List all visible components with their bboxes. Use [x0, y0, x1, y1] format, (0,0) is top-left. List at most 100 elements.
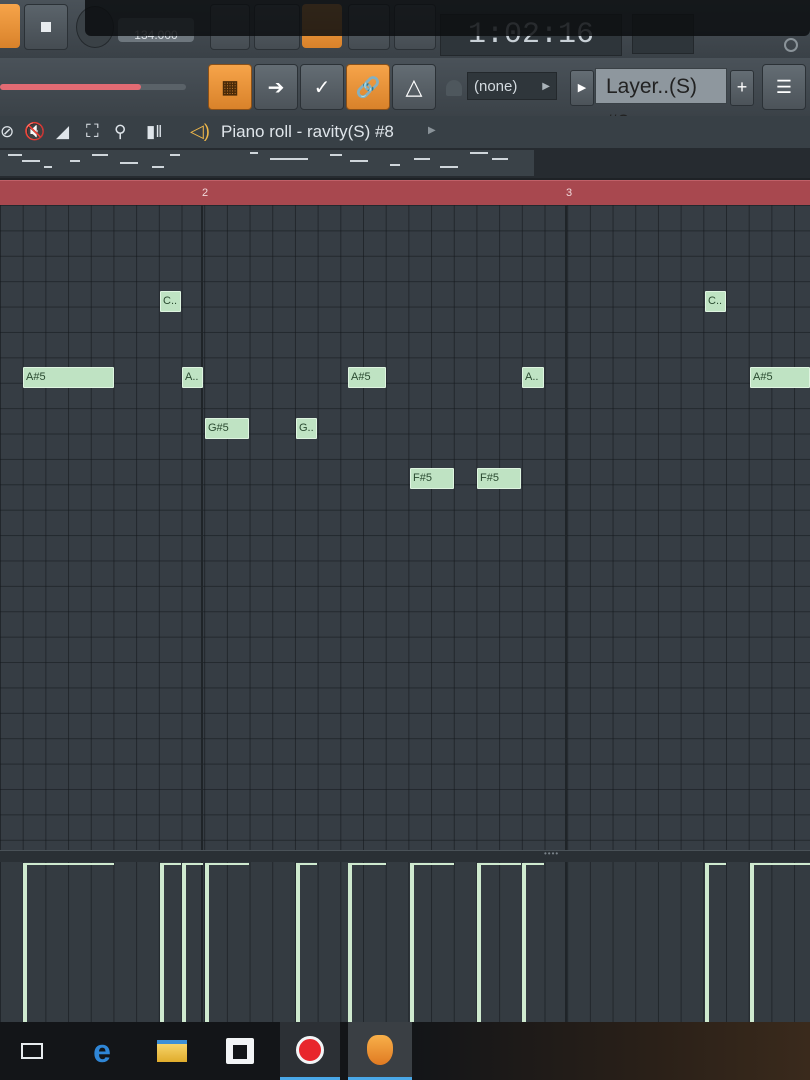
- task-view-icon: [21, 1043, 43, 1059]
- note[interactable]: F#5: [410, 468, 454, 489]
- note-grid[interactable]: [0, 205, 810, 850]
- velocity-bar[interactable]: [477, 864, 481, 1022]
- note[interactable]: A#5: [348, 367, 386, 388]
- note[interactable]: A#5: [750, 367, 810, 388]
- event-bar-line-3: [565, 862, 567, 1022]
- velocity-release-line: [296, 863, 317, 865]
- brush-button[interactable]: ✓: [300, 64, 344, 110]
- velocity-bar[interactable]: [160, 864, 164, 1022]
- add-channel-button[interactable]: +: [730, 70, 754, 106]
- note[interactable]: A..: [522, 367, 544, 388]
- window-caption-overlay: [85, 0, 810, 36]
- task-view-button[interactable]: [2, 1022, 62, 1080]
- velocity-bar[interactable]: [23, 864, 27, 1022]
- volume-slider-fill: [0, 84, 142, 90]
- fl-studio-button[interactable]: [348, 1022, 412, 1080]
- minimap-note: [44, 166, 52, 168]
- playback-icon[interactable]: ▮‖: [146, 122, 162, 142]
- minimap-note: [152, 166, 164, 168]
- event-bar-line-2: [201, 862, 203, 1022]
- edge-browser-button[interactable]: e: [72, 1022, 132, 1080]
- piano-roll-view-button[interactable]: ▦: [208, 64, 252, 110]
- piano-keys-icon: ▦: [221, 76, 239, 97]
- stop-button[interactable]: [24, 4, 68, 50]
- select-icon[interactable]: ⛶: [86, 121, 99, 142]
- store-window-icon: [233, 1045, 247, 1059]
- velocity-release-line: [705, 863, 726, 865]
- file-explorer-icon: [157, 1040, 187, 1062]
- title-arrow-icon[interactable]: ▶: [428, 125, 436, 136]
- speaker-icon: ◁): [190, 121, 210, 141]
- note[interactable]: C..: [160, 291, 181, 312]
- link-button[interactable]: 🔗: [346, 64, 390, 110]
- velocity-editor[interactable]: [0, 862, 810, 1022]
- helmet-icon: [446, 80, 462, 96]
- link-icon: 🔗: [355, 76, 381, 99]
- close-icon[interactable]: [784, 38, 798, 52]
- minimap-note: [120, 162, 138, 164]
- velocity-release-line: [522, 863, 544, 865]
- minimap-note: [8, 154, 22, 156]
- store-button[interactable]: [210, 1022, 270, 1080]
- velocity-release-line: [477, 863, 521, 865]
- minimap-note: [270, 158, 308, 160]
- channel-nav-button[interactable]: ▶: [570, 70, 594, 106]
- velocity-bar[interactable]: [182, 864, 186, 1022]
- velocity-release-line: [205, 863, 249, 865]
- velocity-bar[interactable]: [296, 864, 300, 1022]
- volume-slider[interactable]: [0, 84, 186, 90]
- menu-icon: ☰: [775, 76, 793, 97]
- velocity-bar[interactable]: [705, 864, 709, 1022]
- brush-icon: ✓: [313, 76, 331, 99]
- pattern-selector[interactable]: (none) ▶: [467, 72, 557, 100]
- note[interactable]: G..: [296, 418, 317, 439]
- stop-icon: [41, 22, 51, 32]
- zoom-icon[interactable]: ⚲: [114, 122, 126, 142]
- bar-label-3: 3: [566, 187, 573, 199]
- fl-studio-icon: [367, 1034, 393, 1065]
- velocity-release-line: [23, 863, 114, 865]
- timeline-ruler[interactable]: 2 3: [0, 180, 810, 206]
- velocity-bar[interactable]: [522, 864, 526, 1022]
- piano-roll-title: Piano roll - ravity(S) #8: [221, 122, 394, 141]
- note[interactable]: G#5: [205, 418, 249, 439]
- velocity-bar[interactable]: [205, 864, 209, 1022]
- pattern-selector-value: (none): [474, 78, 518, 95]
- taskbar-wallpaper-strip: [414, 1022, 810, 1080]
- dropdown-arrow-icon: ▶: [542, 81, 550, 92]
- minimap-note: [440, 166, 458, 168]
- minimap-notes: [0, 150, 534, 176]
- store-icon: [226, 1038, 254, 1064]
- slice-icon[interactable]: ◢: [56, 122, 69, 142]
- minimap-note: [170, 154, 180, 156]
- channel-selector[interactable]: Layer..(S) #8: [595, 68, 727, 134]
- play-button[interactable]: [0, 4, 20, 48]
- edge-browser-icon: e: [93, 1032, 111, 1069]
- record-icon: [296, 1035, 324, 1064]
- velocity-bar[interactable]: [750, 864, 754, 1022]
- minimap-note: [350, 160, 368, 162]
- disable-icon[interactable]: ⊘: [0, 122, 14, 142]
- stamp-button[interactable]: △: [392, 64, 436, 110]
- minimap-note: [492, 158, 508, 160]
- minimap-note: [390, 164, 400, 166]
- note[interactable]: A#5: [23, 367, 114, 388]
- velocity-release-line: [160, 863, 181, 865]
- file-explorer-button[interactable]: [142, 1022, 202, 1080]
- menu-button[interactable]: ☰: [762, 64, 806, 110]
- record-app-button[interactable]: [280, 1022, 340, 1080]
- velocity-bar[interactable]: [348, 864, 352, 1022]
- mute-icon[interactable]: 🔇: [24, 122, 45, 142]
- send-to-button[interactable]: ➔: [254, 64, 298, 110]
- arrow-right-icon: ➔: [267, 76, 285, 99]
- velocity-bar[interactable]: [410, 864, 414, 1022]
- note[interactable]: F#5: [477, 468, 521, 489]
- bar-line-3: [565, 205, 567, 850]
- minimap-note: [414, 158, 430, 160]
- note[interactable]: C..: [705, 291, 726, 312]
- note[interactable]: A..: [182, 367, 203, 388]
- drag-handle-icon[interactable]: ••••: [544, 849, 559, 858]
- minimap-note: [250, 152, 258, 154]
- velocity-release-line: [410, 863, 454, 865]
- bar-label-2: 2: [202, 187, 209, 199]
